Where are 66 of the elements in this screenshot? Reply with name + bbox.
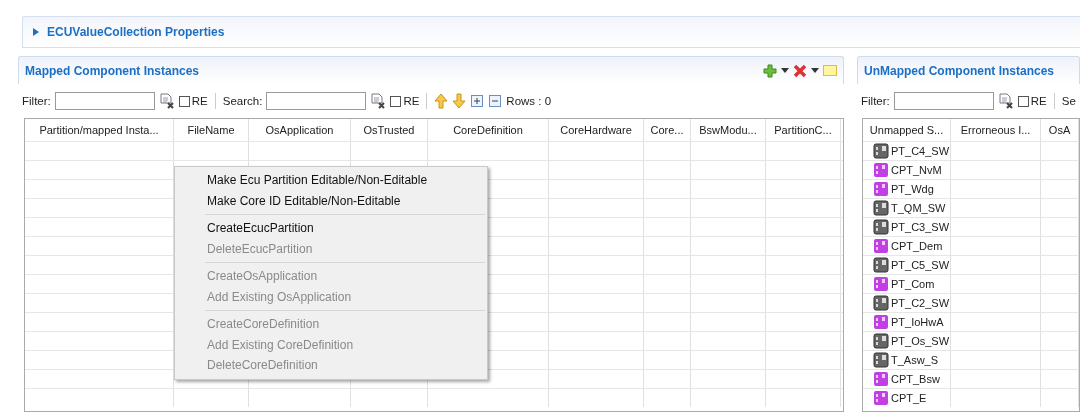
- clear-filter-icon[interactable]: [158, 93, 175, 109]
- service-component-icon: [873, 276, 889, 292]
- up-arrow-icon[interactable]: [434, 93, 449, 109]
- clear-filter-icon[interactable]: [997, 93, 1014, 109]
- re-label: RE: [1030, 95, 1047, 107]
- component-name[interactable]: CPT_Bsw: [891, 373, 940, 385]
- component-name[interactable]: T_QM_SW: [891, 202, 946, 214]
- column-header[interactable]: CoreHardware: [549, 119, 644, 141]
- service-component-icon: [873, 162, 889, 178]
- column-header[interactable]: PartitionC...: [766, 119, 841, 141]
- panel-title: UnMapped Component Instances: [864, 63, 1054, 78]
- column-header[interactable]: Unmapped S...: [863, 119, 952, 141]
- component-name[interactable]: PT_Com: [891, 278, 935, 290]
- re-label: RE: [403, 95, 420, 107]
- component-name[interactable]: PT_C4_SW: [891, 145, 950, 157]
- component-name[interactable]: CPT_Dem: [891, 240, 943, 252]
- expand-all-icon[interactable]: [470, 94, 485, 108]
- re-checkbox[interactable]: [1017, 95, 1029, 107]
- column-header[interactable]: FileName: [174, 119, 249, 141]
- service-component-icon: [873, 390, 889, 406]
- filter-field[interactable]: [54, 92, 155, 110]
- column-header[interactable]: OsA: [1041, 119, 1079, 141]
- menu-item[interactable]: CreateEcucPartition: [175, 218, 487, 239]
- dropdown-caret-icon[interactable]: [811, 68, 819, 73]
- filter-label: Filter:: [22, 95, 51, 107]
- re-label: RE: [191, 95, 208, 107]
- column-header[interactable]: Errorneous I...: [951, 119, 1042, 141]
- rows-count: Rows : 0: [506, 95, 552, 107]
- component-name[interactable]: CPT_E: [891, 392, 927, 404]
- clear-filter-icon[interactable]: [370, 93, 387, 109]
- search-field[interactable]: [266, 92, 367, 110]
- search-label: Se: [1061, 95, 1076, 107]
- panel-title: Mapped Component Instances: [25, 63, 200, 78]
- filter-label: Filter:: [861, 95, 890, 107]
- properties-section-header[interactable]: ECUValueCollection Properties: [22, 16, 1080, 48]
- component-name[interactable]: PT_C3_SW: [891, 221, 950, 233]
- component-name[interactable]: PT_IoHwA: [891, 316, 944, 328]
- column-header[interactable]: Partition/mapped Insta...: [25, 119, 174, 141]
- dropdown-caret-icon[interactable]: [781, 68, 789, 73]
- search-label: Search:: [222, 95, 263, 107]
- menu-item[interactable]: Make Core ID Editable/Non-Editable: [175, 190, 487, 211]
- re-checkbox[interactable]: [178, 95, 190, 107]
- component-name[interactable]: PT_C5_SW: [891, 259, 950, 271]
- re-checkbox[interactable]: [390, 95, 402, 107]
- filter-field[interactable]: [893, 92, 994, 110]
- column-header[interactable]: BswModu...: [691, 119, 766, 141]
- component-name[interactable]: PT_Os_SW: [891, 335, 950, 347]
- section-title: ECUValueCollection Properties: [47, 25, 225, 39]
- component-name[interactable]: CPT_NvM: [891, 164, 942, 176]
- column-header[interactable]: Core...: [644, 119, 691, 141]
- service-component-icon: [873, 371, 889, 387]
- component-name[interactable]: PT_C2_SW: [891, 297, 950, 309]
- expand-arrow-icon[interactable]: [33, 28, 39, 36]
- menu-item[interactable]: Make Ecu Partition Editable/Non-Editable: [175, 170, 487, 191]
- service-component-icon: [873, 238, 889, 254]
- service-component-icon: [873, 181, 889, 197]
- column-header[interactable]: OsApplication: [249, 119, 351, 141]
- column-header[interactable]: CoreDefinition: [428, 119, 549, 141]
- add-icon[interactable]: [763, 63, 777, 78]
- component-name[interactable]: PT_Wdg: [891, 183, 934, 195]
- service-component-icon: [873, 314, 889, 330]
- delete-icon[interactable]: [793, 63, 807, 78]
- down-arrow-icon[interactable]: [452, 93, 467, 109]
- column-header[interactable]: OsTrusted: [351, 119, 428, 141]
- collapse-all-icon[interactable]: [488, 94, 503, 108]
- component-name[interactable]: T_Asw_S: [891, 354, 939, 366]
